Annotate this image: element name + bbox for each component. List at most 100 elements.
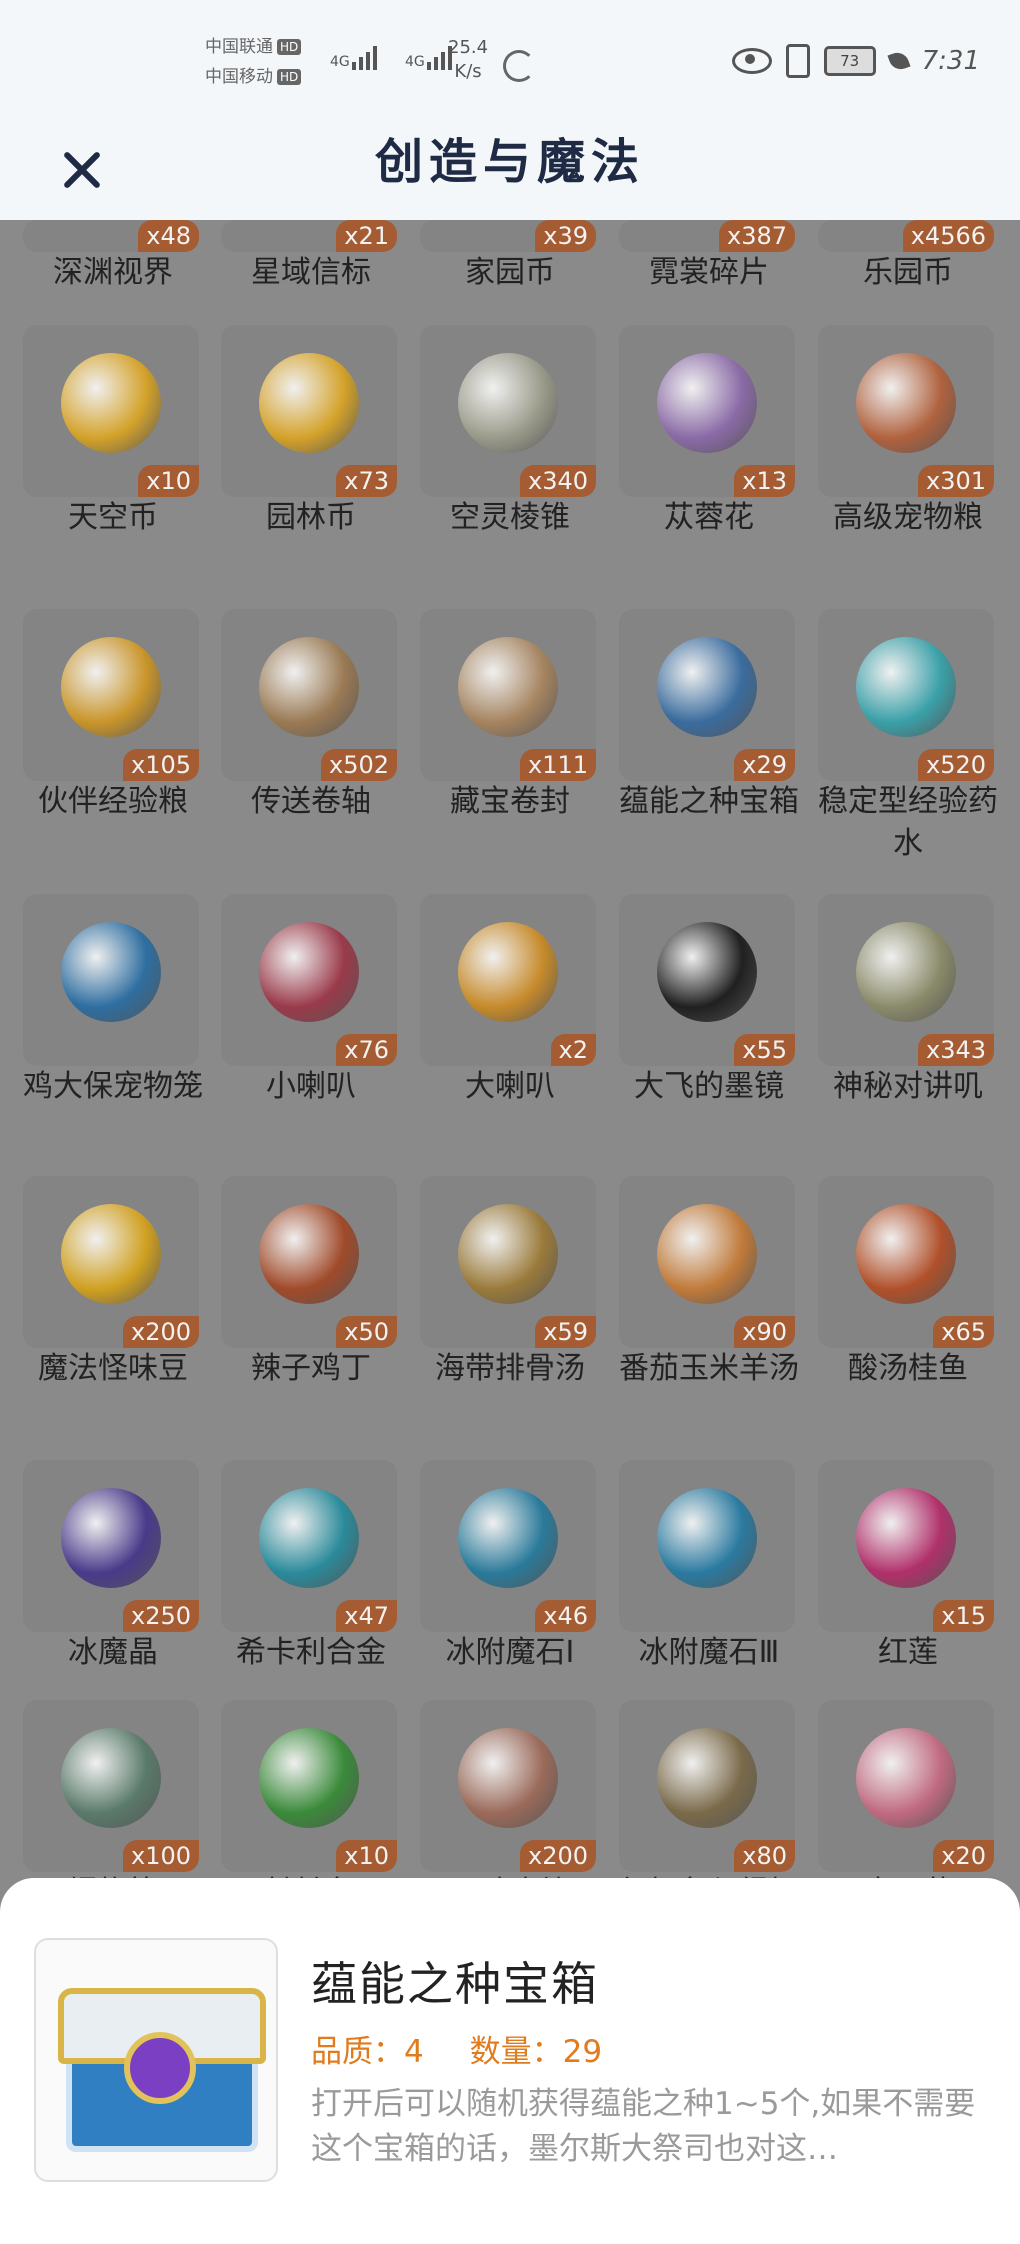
item-icon (657, 1488, 757, 1588)
item-count: x76 (336, 1034, 397, 1066)
item-icon (458, 353, 558, 453)
item-name: 番茄玉米羊汤 (619, 1351, 799, 1386)
item-count: x15 (933, 1600, 994, 1632)
item-name: 红莲 (878, 1635, 938, 1670)
item-count: x250 (122, 1600, 199, 1632)
item-icon (259, 637, 359, 737)
item-count: x105 (122, 749, 199, 781)
item-icon-box: x76 (221, 894, 397, 1066)
item-count: x200 (519, 1840, 596, 1872)
item-name: 冰魔晶 (68, 1635, 158, 1670)
item-name: 园林币 (266, 500, 356, 535)
item-name: 乐园币 (863, 255, 953, 290)
item-quantity: 数量：29 (469, 2034, 603, 2070)
item-name: 天空币 (68, 500, 158, 535)
item-count: x100 (122, 1840, 199, 1872)
item-detail-title: 蕴能之种宝箱 (311, 1957, 599, 2011)
item-name: 稳定型经验药水 (818, 784, 998, 861)
item-icon-box: x13 (619, 325, 795, 497)
item-icon-box: x111 (420, 609, 596, 781)
item-name: 大喇叭 (465, 1069, 555, 1104)
item-icon-box: x59 (420, 1176, 596, 1348)
item-name: 霓裳碎片 (649, 255, 769, 290)
item-count: x10 (336, 1840, 397, 1872)
item-icon-box: x73 (221, 325, 397, 497)
item-icon (259, 922, 359, 1022)
item-icon-box: x29 (619, 609, 795, 781)
item-icon-box: x90 (619, 1176, 795, 1348)
item-icon (259, 1204, 359, 1304)
item-name: 星域信标 (251, 255, 371, 290)
page-title: 创造与魔法 (374, 134, 645, 190)
status-bar: 中国联通 HD 中国移动 HD 4G 4G 25.4 K/s 73 7:31 (0, 0, 1020, 120)
item-count: x340 (519, 465, 596, 497)
item-icon (458, 1728, 558, 1828)
item-icon-box: x10 (23, 325, 199, 497)
item-icon-box: x2 (420, 894, 596, 1066)
item-count: x200 (122, 1316, 199, 1348)
item-icon-box: x340 (420, 325, 596, 497)
item-count: x111 (519, 749, 596, 781)
signal-icon: 4G (330, 44, 377, 70)
item-icon (856, 637, 956, 737)
item-icon (458, 1204, 558, 1304)
item-count: x39 (535, 220, 596, 252)
item-icon-box: x39 (420, 220, 596, 252)
item-icon (61, 637, 161, 737)
item-count: x47 (336, 1600, 397, 1632)
item-icon-box: x520 (818, 609, 994, 781)
item-icon-box: x55 (619, 894, 795, 1066)
item-icon-box: x50 (221, 1176, 397, 1348)
item-icon (856, 1488, 956, 1588)
item-icon-box: x47 (221, 1460, 397, 1632)
item-name: 辣子鸡丁 (251, 1351, 371, 1386)
item-count: x10 (138, 465, 199, 497)
item-icon (61, 1488, 161, 1588)
item-icon (856, 1728, 956, 1828)
item-count: x4566 (902, 220, 994, 252)
item-name: 藏宝卷封 (450, 784, 570, 819)
item-icon (458, 1488, 558, 1588)
item-count: x2 (550, 1034, 596, 1066)
item-icon-box: x301 (818, 325, 994, 497)
item-name: 冰附魔石Ⅰ (445, 1635, 575, 1670)
item-count: x343 (917, 1034, 994, 1066)
battery-icon: 73 (823, 46, 876, 76)
item-name: 高级宠物粮 (833, 500, 983, 535)
sync-icon (503, 50, 535, 82)
item-name: 伙伴经验粮 (38, 784, 188, 819)
signal-icon: 4G (405, 44, 452, 70)
item-name: 大飞的墨镜 (634, 1069, 784, 1104)
item-count: x520 (917, 749, 994, 781)
vibrate-icon (785, 44, 810, 78)
item-icon (61, 353, 161, 453)
item-icon-box: x200 (23, 1176, 199, 1348)
carrier-2: 中国移动 (205, 67, 273, 87)
item-icon-box: x65 (818, 1176, 994, 1348)
item-name: 苁蓉花 (664, 500, 754, 535)
app-header: 创造与魔法 (0, 120, 1020, 220)
item-name: 希卡利合金 (236, 1635, 386, 1670)
item-name: 空灵棱锥 (450, 500, 570, 535)
item-icon (657, 637, 757, 737)
item-icon-box: x46 (420, 1460, 596, 1632)
item-name: 蕴能之种宝箱 (619, 784, 799, 819)
item-quality: 品质：4 (311, 2034, 424, 2070)
item-icon (61, 1204, 161, 1304)
item-count: x387 (718, 220, 795, 252)
item-count: x46 (535, 1600, 596, 1632)
item-count: x65 (933, 1316, 994, 1348)
item-count: x502 (320, 749, 397, 781)
hd-icon: HD (277, 69, 302, 85)
item-icon (458, 922, 558, 1022)
item-icon-box: x200 (420, 1700, 596, 1872)
item-icon-box: x100 (23, 1700, 199, 1872)
item-detail-sheet: 蕴能之种宝箱 品质：4 数量：29 打开后可以随机获得蕴能之种1~5个,如果不需… (0, 1878, 1020, 2244)
item-icon-box: x20 (818, 1700, 994, 1872)
item-name: 魔法怪味豆 (38, 1351, 188, 1386)
item-count: x21 (336, 220, 397, 252)
item-count: x59 (535, 1316, 596, 1348)
item-icon-box: x10 (221, 1700, 397, 1872)
hd-icon: HD (277, 39, 302, 55)
item-icon-box: x4566 (818, 220, 994, 252)
